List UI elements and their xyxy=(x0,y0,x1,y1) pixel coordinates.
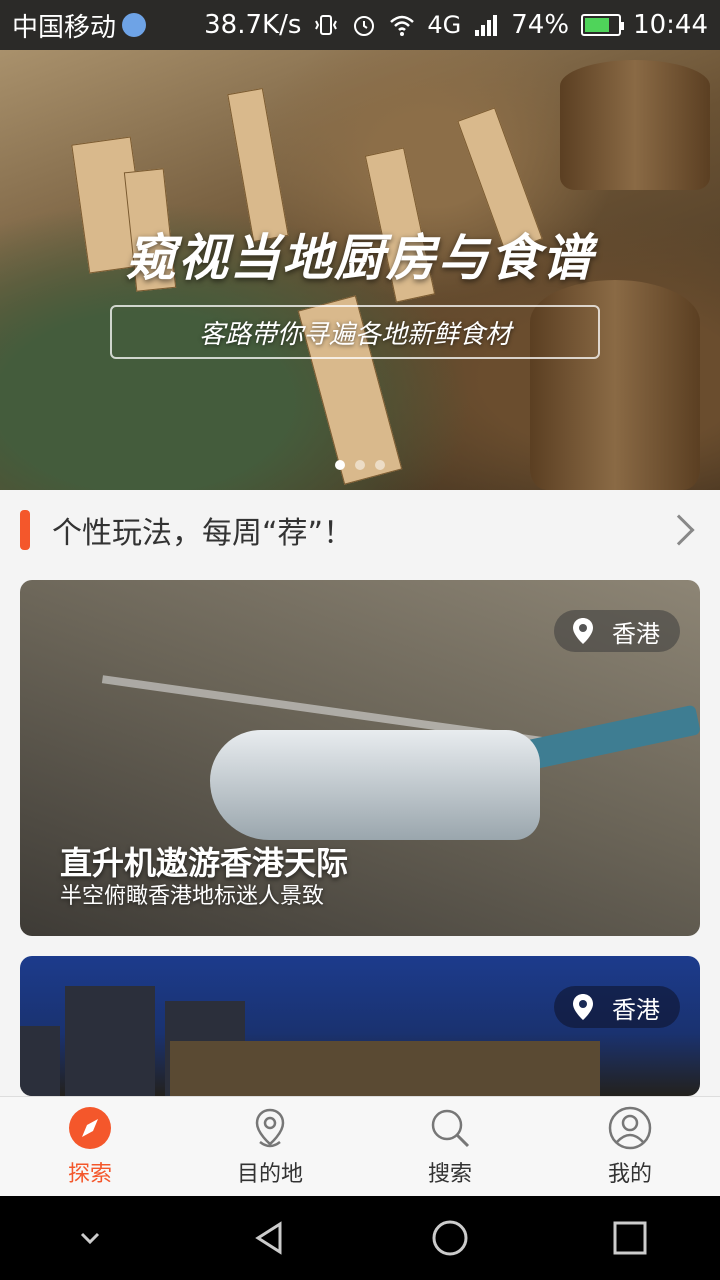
nav-search[interactable]: 搜索 xyxy=(360,1097,540,1196)
activity-card[interactable]: 香港 直升机遨游香港天际 半空俯瞰香港地标迷人景致 xyxy=(20,580,700,936)
bottom-nav: 探索 目的地 搜索 我的 xyxy=(0,1096,720,1196)
wifi-icon xyxy=(390,15,415,36)
net-speed: 38.7K/s xyxy=(204,10,302,40)
nav-destination[interactable]: 目的地 xyxy=(180,1097,360,1196)
nav-label: 我的 xyxy=(607,1161,652,1187)
vibrate-icon xyxy=(315,15,338,35)
location-pin-icon xyxy=(573,618,593,644)
chevron-down-icon[interactable] xyxy=(70,1218,110,1258)
carrier-group: 中国移动 xyxy=(12,7,147,44)
hero-banner[interactable]: 窥视当地厨房与食谱 客路带你寻遍各地新鲜食材 xyxy=(0,50,720,490)
system-nav-bar xyxy=(0,1196,720,1280)
status-right: 38.7K/s 4G 74% 10:44 xyxy=(204,10,708,40)
banner-subtitle: 客路带你寻遍各地新鲜食材 xyxy=(110,305,600,359)
location-badge: 香港 xyxy=(554,610,680,652)
status-bar: 中国移动 38.7K/s 4G 74% 10:44 xyxy=(0,0,720,50)
nav-label: 探索 xyxy=(67,1161,112,1187)
building xyxy=(20,1026,60,1096)
location-badge: 香港 xyxy=(554,986,680,1028)
location-pin-icon xyxy=(255,1108,285,1147)
location-label: 香港 xyxy=(612,995,660,1024)
nav-label: 搜索 xyxy=(427,1161,472,1187)
back-icon[interactable] xyxy=(250,1218,290,1258)
helicopter-image xyxy=(210,730,540,840)
location-label: 香港 xyxy=(612,619,660,648)
recents-icon[interactable] xyxy=(610,1218,650,1258)
signal-icon xyxy=(475,15,498,36)
activity-card[interactable]: 香港 xyxy=(20,956,700,1096)
battery-percent: 74% xyxy=(511,10,570,40)
building xyxy=(170,1041,600,1096)
section-accent-bar xyxy=(20,510,30,550)
section-title: 个性玩法，每周“荐”！ xyxy=(52,516,354,551)
card-subtitle: 半空俯瞰香港地标迷人景致 xyxy=(60,884,325,909)
compass-icon xyxy=(69,1106,111,1149)
clock: 10:44 xyxy=(633,10,708,40)
alarm-icon xyxy=(354,16,375,36)
barrel xyxy=(560,60,710,190)
nav-explore[interactable]: 探索 xyxy=(0,1097,180,1196)
user-icon xyxy=(608,1106,652,1149)
carousel-dot[interactable] xyxy=(355,460,365,470)
section-header[interactable]: 个性玩法，每周“荐”！ xyxy=(0,490,720,570)
home-icon[interactable] xyxy=(430,1218,470,1258)
nav-me[interactable]: 我的 xyxy=(540,1097,720,1196)
search-icon xyxy=(431,1109,470,1147)
banner-title: 窥视当地厨房与食谱 xyxy=(126,229,594,287)
carousel-dot[interactable] xyxy=(335,460,345,470)
chat-bubble-icon xyxy=(122,13,147,37)
carousel-indicator xyxy=(0,460,720,470)
location-pin-icon xyxy=(573,994,593,1020)
nav-label: 目的地 xyxy=(236,1161,303,1187)
building xyxy=(65,986,155,1096)
network-type: 4G xyxy=(427,11,462,39)
chevron-right-icon[interactable] xyxy=(663,514,695,546)
carrier-name: 中国移动 xyxy=(12,12,117,43)
battery-icon xyxy=(581,14,625,36)
carousel-dot[interactable] xyxy=(375,460,385,470)
